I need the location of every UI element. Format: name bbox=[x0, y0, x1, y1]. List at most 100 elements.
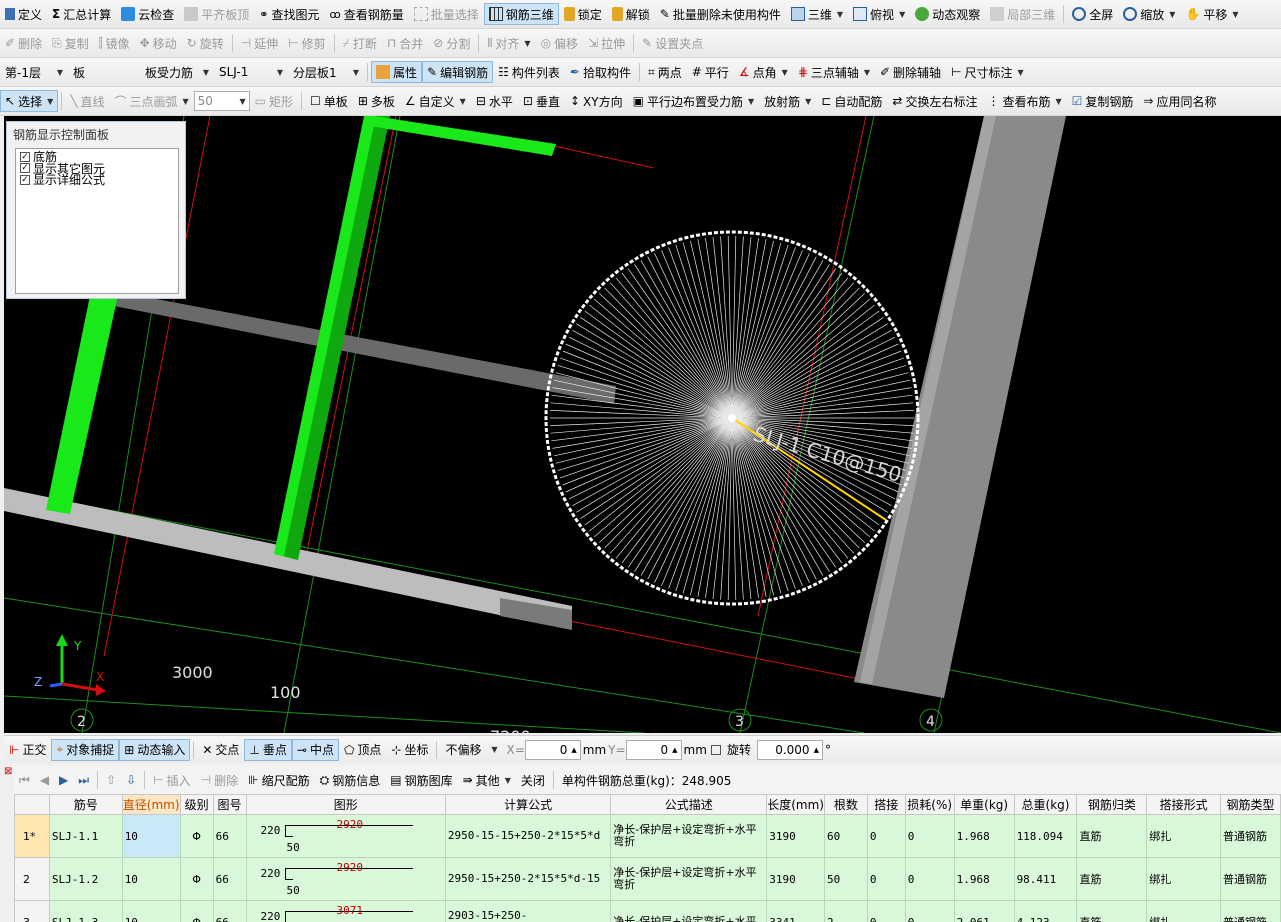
next-record-button[interactable]: ▶ bbox=[54, 769, 73, 791]
cell-name[interactable]: SLJ-1.1 bbox=[48, 814, 123, 858]
spin-icon[interactable]: ▲ bbox=[814, 746, 819, 754]
other-button[interactable]: ⇛ 其他 ▼ bbox=[458, 769, 516, 791]
break-button[interactable]: ⌿ 打断 bbox=[338, 32, 382, 54]
col-header[interactable]: 级别 bbox=[179, 794, 214, 815]
line-button[interactable]: ╲ 直线 bbox=[65, 90, 109, 112]
component-select[interactable]: SLJ-1 ▼ bbox=[216, 62, 286, 82]
cell-lap-type[interactable]: 绑扎 bbox=[1146, 814, 1222, 858]
prev-record-button[interactable]: ◀ bbox=[35, 769, 54, 791]
cell-grade[interactable]: Φ bbox=[179, 857, 214, 901]
cell-rebar-type[interactable]: 普通钢筋 bbox=[1220, 814, 1281, 858]
define-button[interactable]: 定义 bbox=[0, 3, 47, 25]
cell-grade[interactable]: Φ bbox=[179, 814, 214, 858]
col-header[interactable]: 直径(mm) bbox=[121, 794, 181, 815]
rebar-info-button[interactable]: ⛭ 钢筋信息 bbox=[315, 769, 386, 791]
col-header[interactable]: 单重(kg) bbox=[953, 794, 1015, 815]
cad-viewport[interactable]: SLJ-1 C10@150 3000 100 7200 2 3 4 Y X Z bbox=[4, 116, 1281, 733]
three-point-arc-button[interactable]: ⌒ 三点画弧 ▼ bbox=[109, 90, 193, 112]
cell-category[interactable]: 直筋 bbox=[1076, 857, 1148, 901]
sub-category-select[interactable]: 板受力筋 ▼ bbox=[142, 62, 212, 82]
view-rebar-layout-button[interactable]: ⋮ 查看布筋 ▼ bbox=[982, 90, 1066, 112]
checkbox-icon[interactable]: ✓ bbox=[20, 174, 30, 185]
col-header[interactable]: 公式描述 bbox=[610, 794, 768, 815]
row-number[interactable]: 3 bbox=[14, 900, 50, 922]
cell-name[interactable]: SLJ-1.3 bbox=[48, 900, 123, 922]
table-row[interactable]: 1* SLJ-1.1 10 Φ 66 220 2920 50 2950-15-1… bbox=[14, 814, 1281, 858]
find-element-button[interactable]: ⚭ 查找图元 bbox=[254, 3, 324, 25]
col-header[interactable]: 长度(mm) bbox=[766, 794, 825, 815]
option-show-formula[interactable]: ✓ 显示详细公式 bbox=[20, 173, 174, 187]
cell-count[interactable]: 2 bbox=[824, 900, 868, 922]
offset-mode-select[interactable]: 不偏移 ▼ bbox=[442, 740, 500, 760]
apply-same-name-button[interactable]: ⇒ 应用同名称 bbox=[1138, 90, 1221, 112]
mirror-button[interactable]: ⫿ 镜像 bbox=[94, 32, 135, 54]
ortho-button[interactable]: ⊩ 正交 bbox=[4, 739, 51, 761]
dimension-button[interactable]: ⊢ 尺寸标注 ▼ bbox=[946, 61, 1029, 83]
cell-formula[interactable]: 2903-15+250-2*15*5*d+max(3 bbox=[444, 900, 612, 922]
offset-button[interactable]: ◎ 偏移 bbox=[536, 32, 584, 54]
align-button[interactable]: ⫴ 对齐 ▼ bbox=[482, 32, 535, 54]
close-panel-icon[interactable]: ⊠ bbox=[4, 766, 14, 777]
category-select[interactable]: 板 bbox=[70, 62, 138, 82]
pan-button[interactable]: ✋ 平移 ▼ bbox=[1180, 3, 1243, 25]
trim-button[interactable]: ⊢ 修剪 bbox=[283, 32, 330, 54]
arc-value-select[interactable]: 50 ▼ bbox=[193, 91, 250, 111]
cell-diameter[interactable]: 10 bbox=[121, 900, 181, 922]
three-point-axis-button[interactable]: ⋕ 三点辅轴 ▼ bbox=[793, 61, 875, 83]
merge-button[interactable]: ⊓ 合并 bbox=[382, 32, 428, 54]
insert-row-button[interactable]: ⊢ 插入 bbox=[148, 769, 195, 791]
vertex-snap-button[interactable]: ⬠ 顶点 bbox=[339, 739, 386, 761]
col-header[interactable]: 总重(kg) bbox=[1013, 794, 1078, 815]
rebar-library-button[interactable]: ▤ 钢筋图库 bbox=[385, 769, 457, 791]
fullscreen-button[interactable]: 全屏 bbox=[1067, 3, 1118, 25]
zoom-button[interactable]: 缩放 ▼ bbox=[1118, 3, 1180, 25]
midpoint-snap-button[interactable]: ⊸ 中点 bbox=[291, 738, 339, 761]
horizontal-button[interactable]: ⊟ 水平 bbox=[471, 90, 518, 112]
multi-slab-button[interactable]: ⊞ 多板 bbox=[353, 90, 400, 112]
cell-count[interactable]: 60 bbox=[824, 814, 868, 858]
col-header[interactable]: 根数 bbox=[824, 794, 868, 815]
col-header[interactable]: 筋号 bbox=[48, 794, 123, 815]
rotate-checkbox[interactable] bbox=[710, 744, 721, 755]
auto-rebar-button[interactable]: ⊏ 自动配筋 bbox=[816, 90, 887, 112]
rotate-button[interactable]: ↻ 旋转 bbox=[182, 32, 229, 54]
cell-loss[interactable]: 0 bbox=[904, 814, 955, 858]
cell-description[interactable]: 净长-保护层+设定弯折+水平弯折 bbox=[610, 857, 768, 901]
cell-shape[interactable]: 220 2920 50 bbox=[245, 814, 446, 858]
checkbox-icon[interactable]: ✓ bbox=[20, 151, 30, 162]
custom-button[interactable]: ∠ 自定义 ▼ bbox=[400, 90, 471, 112]
cell-lap[interactable]: 0 bbox=[866, 900, 906, 922]
local-3d-button[interactable]: 局部三维 bbox=[985, 3, 1060, 25]
cell-formula[interactable]: 2950-15-15+250-2*15*5*d bbox=[444, 814, 612, 858]
move-up-button[interactable]: ⇧ bbox=[101, 769, 121, 791]
two-point-axis-button[interactable]: ⌗ 两点 bbox=[643, 61, 687, 83]
properties-button[interactable]: 属性 bbox=[371, 61, 423, 83]
rectangle-button[interactable]: ▭ 矩形 bbox=[250, 90, 298, 112]
edit-rebar-button[interactable]: ✎ 编辑钢筋 bbox=[422, 61, 494, 83]
delete-axis-button[interactable]: ✐ 删除辅轴 bbox=[875, 61, 946, 83]
swap-labels-button[interactable]: ⇄ 交换左右标注 bbox=[887, 90, 982, 112]
perpendicular-snap-button[interactable]: ⊥ 垂点 bbox=[244, 738, 292, 761]
x-coordinate-input[interactable]: 0 ▲ bbox=[524, 739, 581, 760]
view-rebar-qty-button[interactable]: ꝏ 查看钢筋量 bbox=[325, 3, 409, 25]
object-snap-button[interactable]: ⌖ 对象捕捉 bbox=[51, 738, 120, 761]
set-grip-button[interactable]: ✎ 设置夹点 bbox=[637, 32, 708, 54]
cell-category[interactable]: 直筋 bbox=[1076, 814, 1148, 858]
batch-delete-unused-button[interactable]: ✎ 批量删除未使用构件 bbox=[655, 3, 786, 25]
parallel-edge-rebar-button[interactable]: ▣ 平行边布置受力筋 ▼ bbox=[628, 90, 760, 112]
batch-select-button[interactable]: 批量选择 bbox=[409, 3, 484, 25]
summary-calc-button[interactable]: Σ 汇总计算 bbox=[47, 3, 116, 25]
lock-button[interactable]: 锁定 bbox=[559, 3, 607, 25]
row-number[interactable]: 2 bbox=[14, 857, 50, 901]
cell-shape[interactable]: 220 3071 bbox=[245, 900, 446, 922]
table-row[interactable]: 2 SLJ-1.2 10 Φ 66 220 2920 50 2950-15+25… bbox=[14, 857, 1281, 901]
extend-button[interactable]: ⊣ 延伸 bbox=[236, 32, 283, 54]
cell-unit-weight[interactable]: 2.061 bbox=[953, 900, 1015, 922]
col-header[interactable]: 图形 bbox=[245, 794, 446, 815]
first-record-button[interactable]: ⏮ bbox=[14, 769, 35, 791]
floor-select[interactable]: 第-1层 ▼ bbox=[2, 62, 66, 82]
cell-rebar-type[interactable]: 普通钢筋 bbox=[1220, 900, 1281, 922]
checkbox-icon[interactable]: ✓ bbox=[20, 163, 30, 174]
delete-button[interactable]: ✐ 删除 bbox=[0, 32, 47, 54]
cell-shape[interactable]: 220 2920 50 bbox=[245, 857, 446, 901]
